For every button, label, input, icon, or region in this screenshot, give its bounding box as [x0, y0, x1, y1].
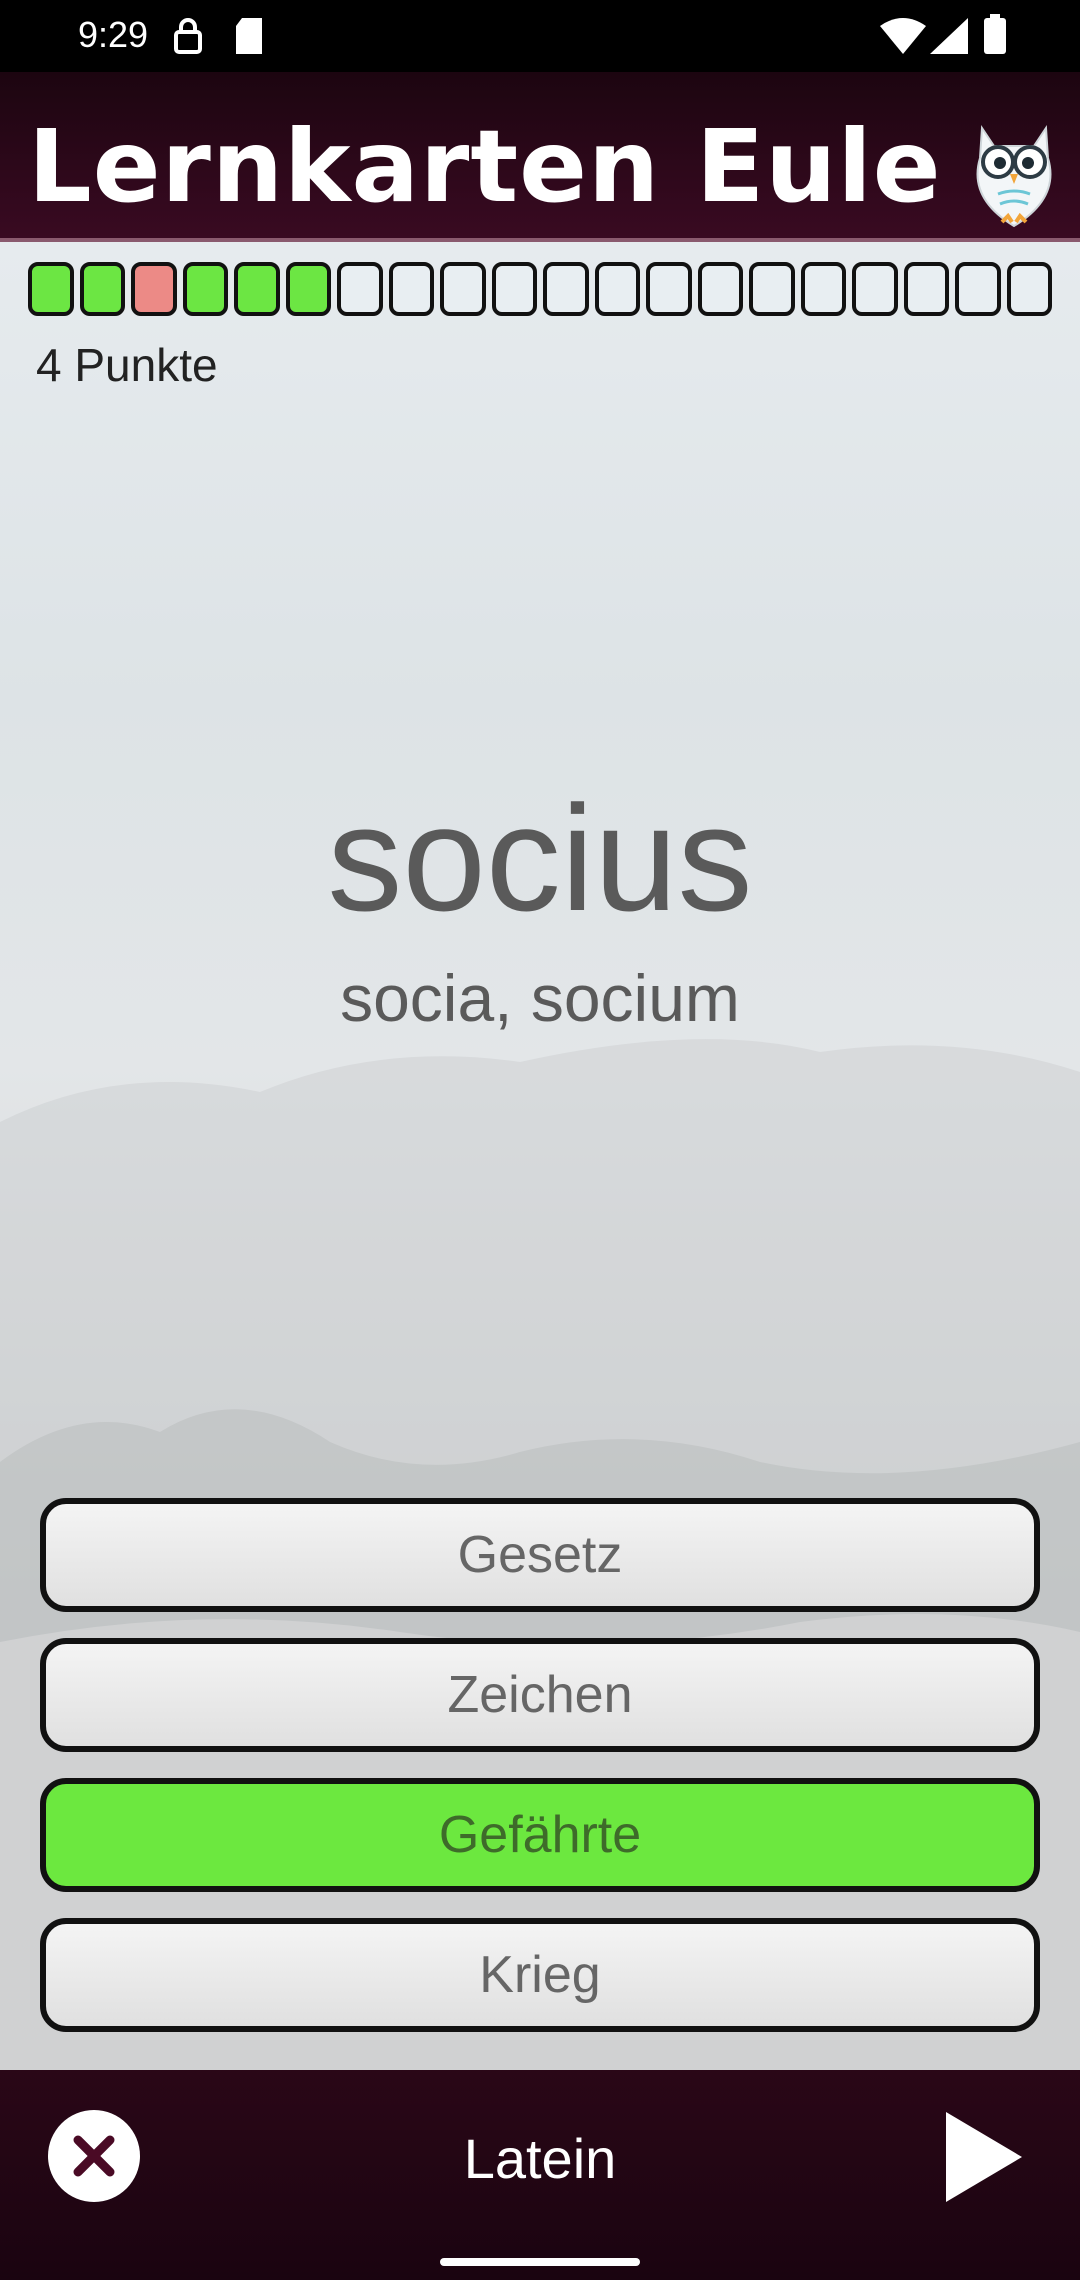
answer-option-correct[interactable]: Gefährte: [40, 1778, 1040, 1892]
status-time: 9:29: [78, 14, 149, 55]
progress-segment-empty: [491, 262, 537, 316]
card-word: socius: [327, 774, 753, 942]
progress-segment-empty: [594, 262, 640, 316]
progress-segment-empty: [697, 262, 743, 316]
progress-segment-empty: [749, 262, 795, 316]
answer-option[interactable]: Krieg: [40, 1918, 1040, 2032]
owl-icon: [976, 124, 1052, 228]
vpn-key-icon: [174, 18, 202, 54]
progress-segment-empty: [800, 262, 846, 316]
signal-icon: [930, 18, 968, 54]
flashcard-area: 4 Punkte socius socia, socium Gesetz Zei…: [0, 242, 1080, 2070]
progress-segment-empty: [1006, 262, 1052, 316]
app-title: Lernkarten Eule: [28, 108, 942, 225]
language-label: Latein: [463, 2127, 617, 2190]
answer-option[interactable]: Gesetz: [40, 1498, 1040, 1612]
progress-segment-correct: [234, 262, 280, 316]
battery-icon: [984, 14, 1006, 54]
progress-bar: [28, 262, 1052, 316]
points-label: 4 Punkte: [36, 339, 218, 391]
progress-segment-empty: [543, 262, 589, 316]
play-icon[interactable]: [946, 2112, 1022, 2202]
app-bar: Lernkarten Eule: [0, 72, 1080, 242]
progress-segment-correct: [28, 262, 74, 316]
sd-card-icon: [236, 18, 262, 54]
progress-segment-empty: [440, 262, 486, 316]
progress-segment-empty: [852, 262, 898, 316]
progress-segment-empty: [388, 262, 434, 316]
answer-list: Gesetz Zeichen Gefährte Krieg: [40, 1498, 1040, 2058]
progress-segment-empty: [337, 262, 383, 316]
progress-segment-empty: [903, 262, 949, 316]
answer-option[interactable]: Zeichen: [40, 1638, 1040, 1752]
progress-segment-empty: [646, 262, 692, 316]
progress-segment-wrong: [131, 262, 177, 316]
progress-segment-correct: [285, 262, 331, 316]
progress-segment-correct: [182, 262, 228, 316]
progress-segment-correct: [79, 262, 125, 316]
wifi-icon: [880, 18, 926, 54]
card-word-forms: socia, socium: [340, 961, 740, 1035]
status-bar: 9:29: [0, 0, 1080, 72]
home-indicator[interactable]: [440, 2258, 640, 2266]
bottom-bar: Latein: [0, 2070, 1080, 2280]
progress-segment-empty: [955, 262, 1001, 316]
